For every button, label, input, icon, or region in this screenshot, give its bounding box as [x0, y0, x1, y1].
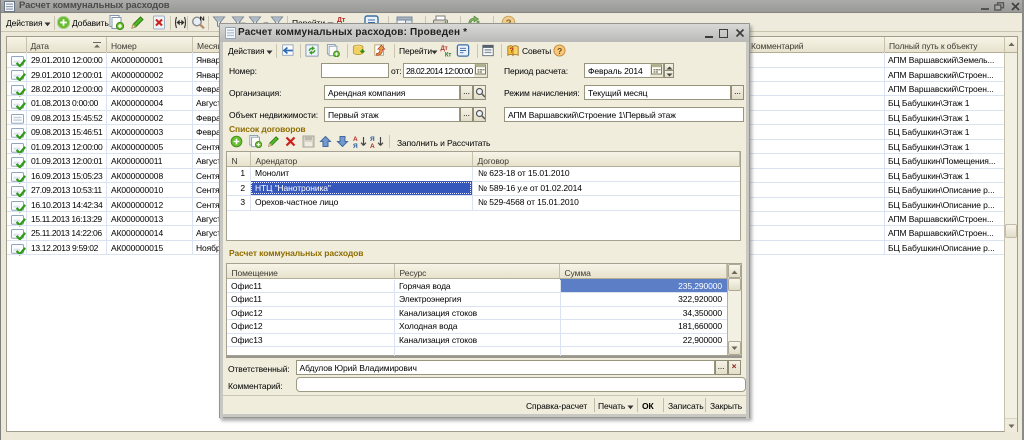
svg-text:А: А — [353, 136, 358, 143]
svg-text:Я: Я — [370, 136, 375, 143]
svg-text:Дт: Дт — [441, 46, 448, 52]
svg-text:?: ? — [557, 46, 562, 56]
svg-text:?: ? — [510, 48, 514, 55]
svg-text:Кт: Кт — [445, 53, 452, 57]
svg-text:А: А — [370, 143, 375, 148]
svg-text:Я: Я — [353, 143, 358, 148]
